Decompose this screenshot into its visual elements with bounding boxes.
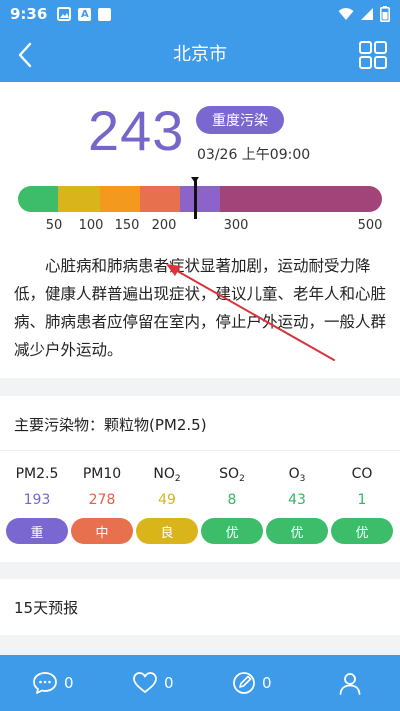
pollutant-item: PM2.5 193 重 xyxy=(5,466,69,544)
pollutant-value: 1 xyxy=(357,492,367,508)
pollutant-name: SO2 xyxy=(219,466,245,484)
pollutant-value: 43 xyxy=(288,492,306,508)
share-edit-icon xyxy=(233,672,255,694)
primary-pollutant: 主要污染物：颗粒物(PM2.5) xyxy=(14,416,207,434)
profile-button[interactable] xyxy=(338,655,362,711)
share-button[interactable]: 0 xyxy=(232,655,272,711)
divider xyxy=(0,450,400,451)
pollutant-name: PM10 xyxy=(82,466,122,482)
pollutant-grade-badge: 重 xyxy=(6,518,68,544)
pollutant-grade-badge: 中 xyxy=(71,518,133,544)
pollutant-grade-badge: 优 xyxy=(266,518,328,544)
pollutant-name: CO xyxy=(351,466,373,482)
pollutant-name: O3 xyxy=(288,466,306,484)
pollutant-grade-badge: 优 xyxy=(201,518,263,544)
pollutants-card: 主要污染物：颗粒物(PM2.5) PM2.5 193 重 PM10 278 中 NO2 49 良… xyxy=(0,396,400,562)
pollutant-value: 193 xyxy=(23,492,51,508)
pollutant-item: PM10 278 中 xyxy=(70,466,134,544)
comment-count: 0 xyxy=(64,674,74,692)
comment-button[interactable]: 0 xyxy=(32,655,74,711)
share-count: 0 xyxy=(262,674,272,692)
pollutant-value: 8 xyxy=(227,492,237,508)
bottom-bar: 0 0 0 xyxy=(0,655,400,711)
pollutant-item: NO2 49 良 xyxy=(135,466,199,544)
user-icon xyxy=(339,673,361,695)
pollutant-item: O3 43 优 xyxy=(265,466,329,544)
pollutant-value: 49 xyxy=(158,492,176,508)
comment-icon xyxy=(33,672,57,694)
pollutant-name: PM2.5 xyxy=(15,466,59,482)
pollutant-item: SO2 8 优 xyxy=(200,466,264,544)
pollutant-item: CO 1 优 xyxy=(330,466,394,544)
pollutant-grade-badge: 良 xyxy=(136,518,198,544)
like-button[interactable]: 0 xyxy=(132,655,174,711)
like-count: 0 xyxy=(164,674,174,692)
pollutant-name: NO2 xyxy=(153,466,181,484)
forecast-title: 15天预报 xyxy=(14,599,79,617)
pollutant-value: 278 xyxy=(88,492,116,508)
forecast-card[interactable]: 15天预报 xyxy=(0,579,400,635)
heart-icon xyxy=(133,672,157,693)
pollutant-grade-badge: 优 xyxy=(331,518,393,544)
